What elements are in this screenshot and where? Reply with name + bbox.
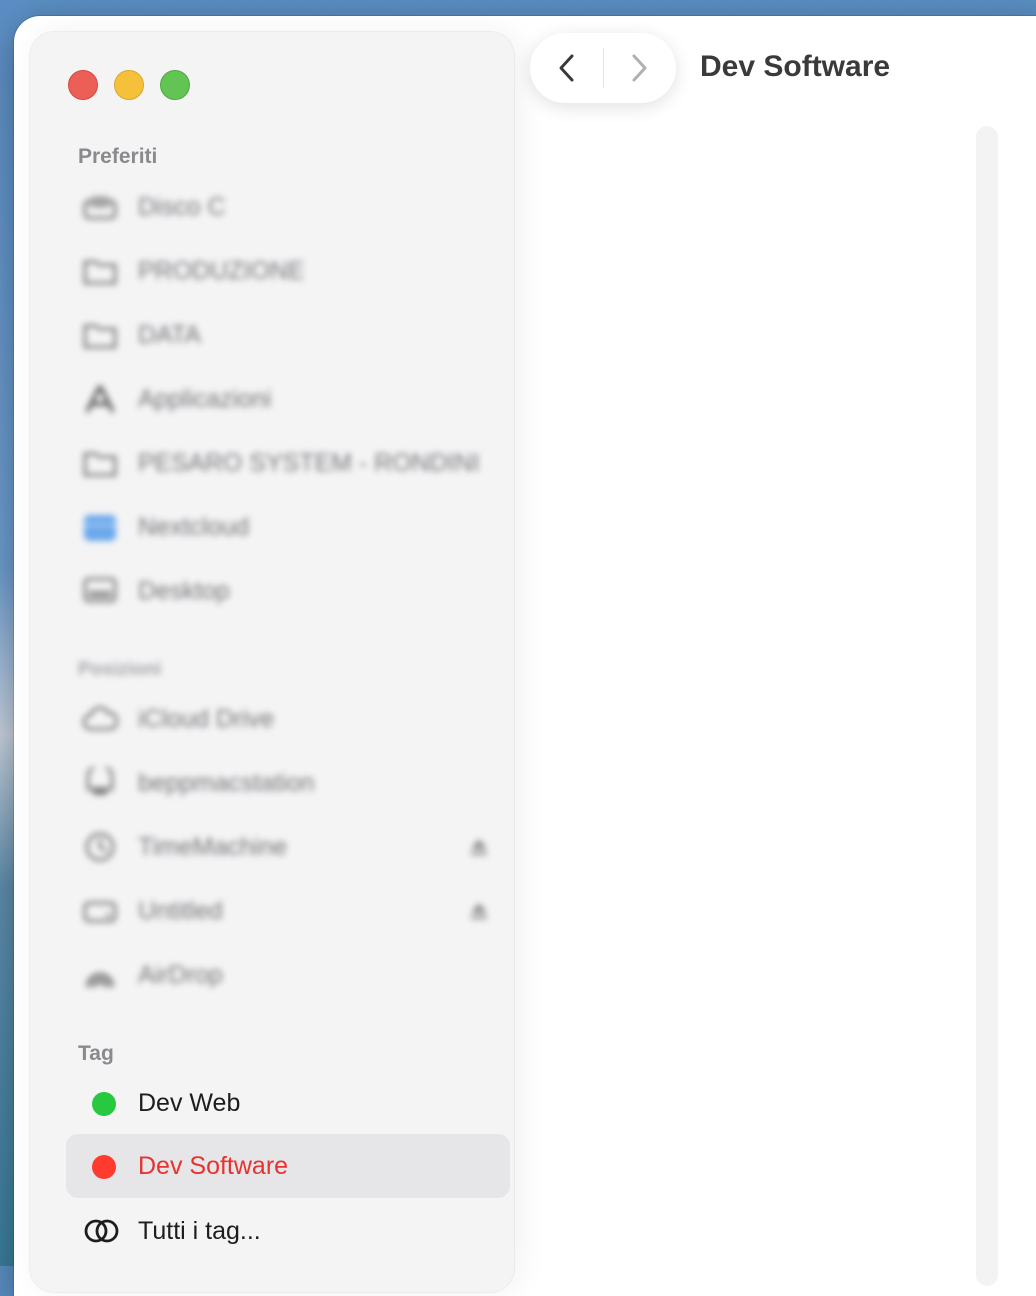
sidebar-item-beppmacstation[interactable]: beppmacstation [66, 755, 510, 811]
folder-icon [83, 260, 117, 285]
sidebar-item-data[interactable]: DATA [66, 307, 510, 363]
finder-window: Preferiti Disco C PRODUZIONE DATA Applic… [14, 16, 1036, 1296]
computer-icon [86, 767, 114, 795]
zoom-button[interactable] [160, 70, 190, 100]
scrollbar-track[interactable] [976, 126, 998, 1286]
minimize-button[interactable] [114, 70, 144, 100]
sidebar-item-label: PESARO SYSTEM - RONDINI [138, 449, 480, 477]
sidebar-item-untitled[interactable]: Untitled [66, 883, 510, 939]
tag-label: Dev Web [138, 1089, 241, 1117]
sidebar-item-label: AirDrop [138, 961, 223, 989]
drive-icon [83, 196, 117, 220]
tag-label: Tutti i tag... [138, 1217, 261, 1245]
sidebar-item-icloud-drive[interactable]: iCloud Drive [66, 691, 510, 747]
close-button[interactable] [68, 70, 98, 100]
sidebar-item-disco-c[interactable]: Disco C [66, 179, 510, 235]
sidebar-item-label: Desktop [138, 577, 230, 605]
disk-icon [83, 901, 117, 923]
sidebar-item-label: PRODUZIONE [138, 257, 305, 285]
sidebar-item-label: Disco C [138, 193, 226, 221]
favorites-header: Preferiti [78, 145, 158, 168]
tag-item-dev-software[interactable]: Dev Software [66, 1134, 510, 1198]
back-chevron-icon[interactable] [550, 50, 586, 86]
sidebar-item-timemachine[interactable]: TimeMachine [66, 819, 510, 875]
tag-item-dev-web[interactable]: Dev Web [66, 1075, 510, 1131]
sidebar-item-applicazioni[interactable]: Applicazioni [66, 371, 510, 427]
sidebar-item-airdrop[interactable]: AirDrop [66, 947, 510, 1003]
sidebar-item-pesaro-system[interactable]: PESARO SYSTEM - RONDINI [66, 435, 510, 491]
eject-icon[interactable] [470, 837, 488, 857]
airdrop-icon [86, 973, 114, 988]
red-tag-dot-icon [92, 1155, 116, 1179]
sidebar-item-label: iCloud Drive [138, 705, 275, 733]
sidebar-item-label: DATA [138, 321, 201, 349]
sidebar-item-label: Applicazioni [138, 385, 272, 413]
sidebar: Preferiti Disco C PRODUZIONE DATA Applic… [30, 32, 514, 1292]
tags-header: Tag [78, 1042, 114, 1065]
sidebar-item-produzione[interactable]: PRODUZIONE [66, 243, 510, 299]
sidebar-item-label: Untitled [138, 897, 223, 925]
time-machine-icon [85, 832, 115, 862]
forward-chevron-icon[interactable] [620, 50, 656, 86]
applications-icon [85, 385, 115, 413]
desktop-icon [83, 577, 117, 603]
sidebar-item-label: Nextcloud [138, 513, 250, 541]
sidebar-item-desktop[interactable]: Desktop [66, 563, 510, 619]
cloud-icon [82, 706, 118, 731]
window-title: Dev Software [700, 50, 891, 83]
sidebar-item-label: beppmacstation [138, 769, 315, 797]
folder-icon [83, 324, 117, 349]
nav-separator [603, 48, 604, 88]
all-tags-icon [84, 1219, 119, 1243]
sidebar-item-nextcloud[interactable]: Nextcloud [66, 499, 510, 555]
sidebar-item-label: TimeMachine [138, 833, 288, 861]
tag-label: Dev Software [138, 1152, 289, 1180]
folder-icon [83, 452, 117, 477]
navigation-buttons [530, 33, 676, 103]
nextcloud-folder-icon [84, 515, 116, 541]
locations-header: Posizioni [78, 659, 162, 680]
green-tag-dot-icon [92, 1092, 116, 1116]
eject-icon[interactable] [470, 901, 488, 921]
tag-item-all-tags[interactable]: Tutti i tag... [66, 1203, 510, 1259]
